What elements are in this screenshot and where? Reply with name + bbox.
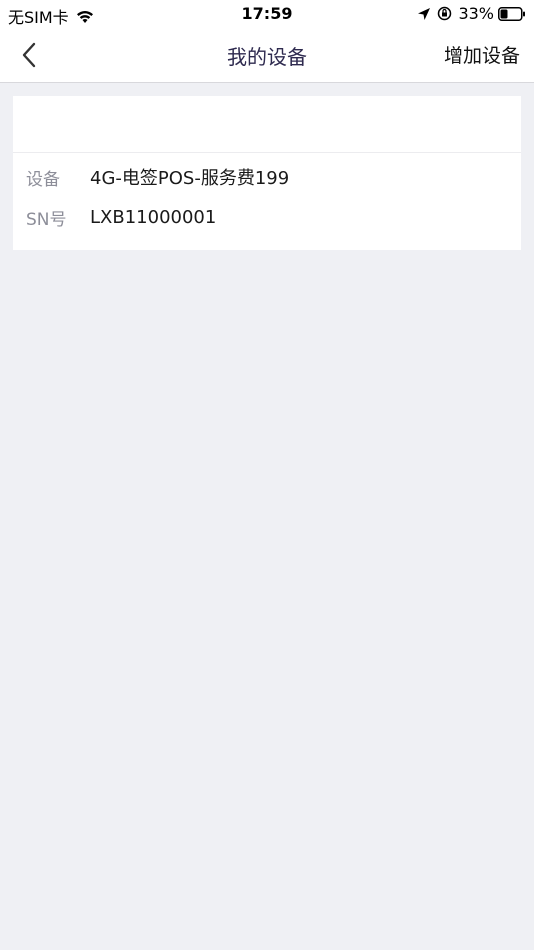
device-label: 设备 xyxy=(26,169,60,190)
navigation-bar: 我的设备 增加设备 xyxy=(0,28,534,83)
device-name-row: 设备 4G-电签POS-服务费199 xyxy=(13,157,521,197)
device-card[interactable]: 设备 4G-电签POS-服务费199 SN号 LXB11000001 xyxy=(13,96,521,250)
status-bar: 无SIM卡 17:59 33% xyxy=(0,0,534,28)
device-value: 4G-电签POS-服务费199 xyxy=(90,168,290,189)
battery-percent: 33% xyxy=(458,4,494,23)
location-arrow-icon xyxy=(418,7,431,20)
sn-value: LXB11000001 xyxy=(90,206,217,228)
status-right: 33% xyxy=(417,4,526,23)
add-device-button[interactable]: 增加设备 xyxy=(444,41,520,68)
sn-row: SN号 LXB11000001 xyxy=(13,197,521,237)
sn-label: SN号 xyxy=(26,209,67,230)
orientation-lock-icon xyxy=(438,6,452,21)
card-header xyxy=(13,96,521,153)
battery-icon xyxy=(498,6,525,21)
